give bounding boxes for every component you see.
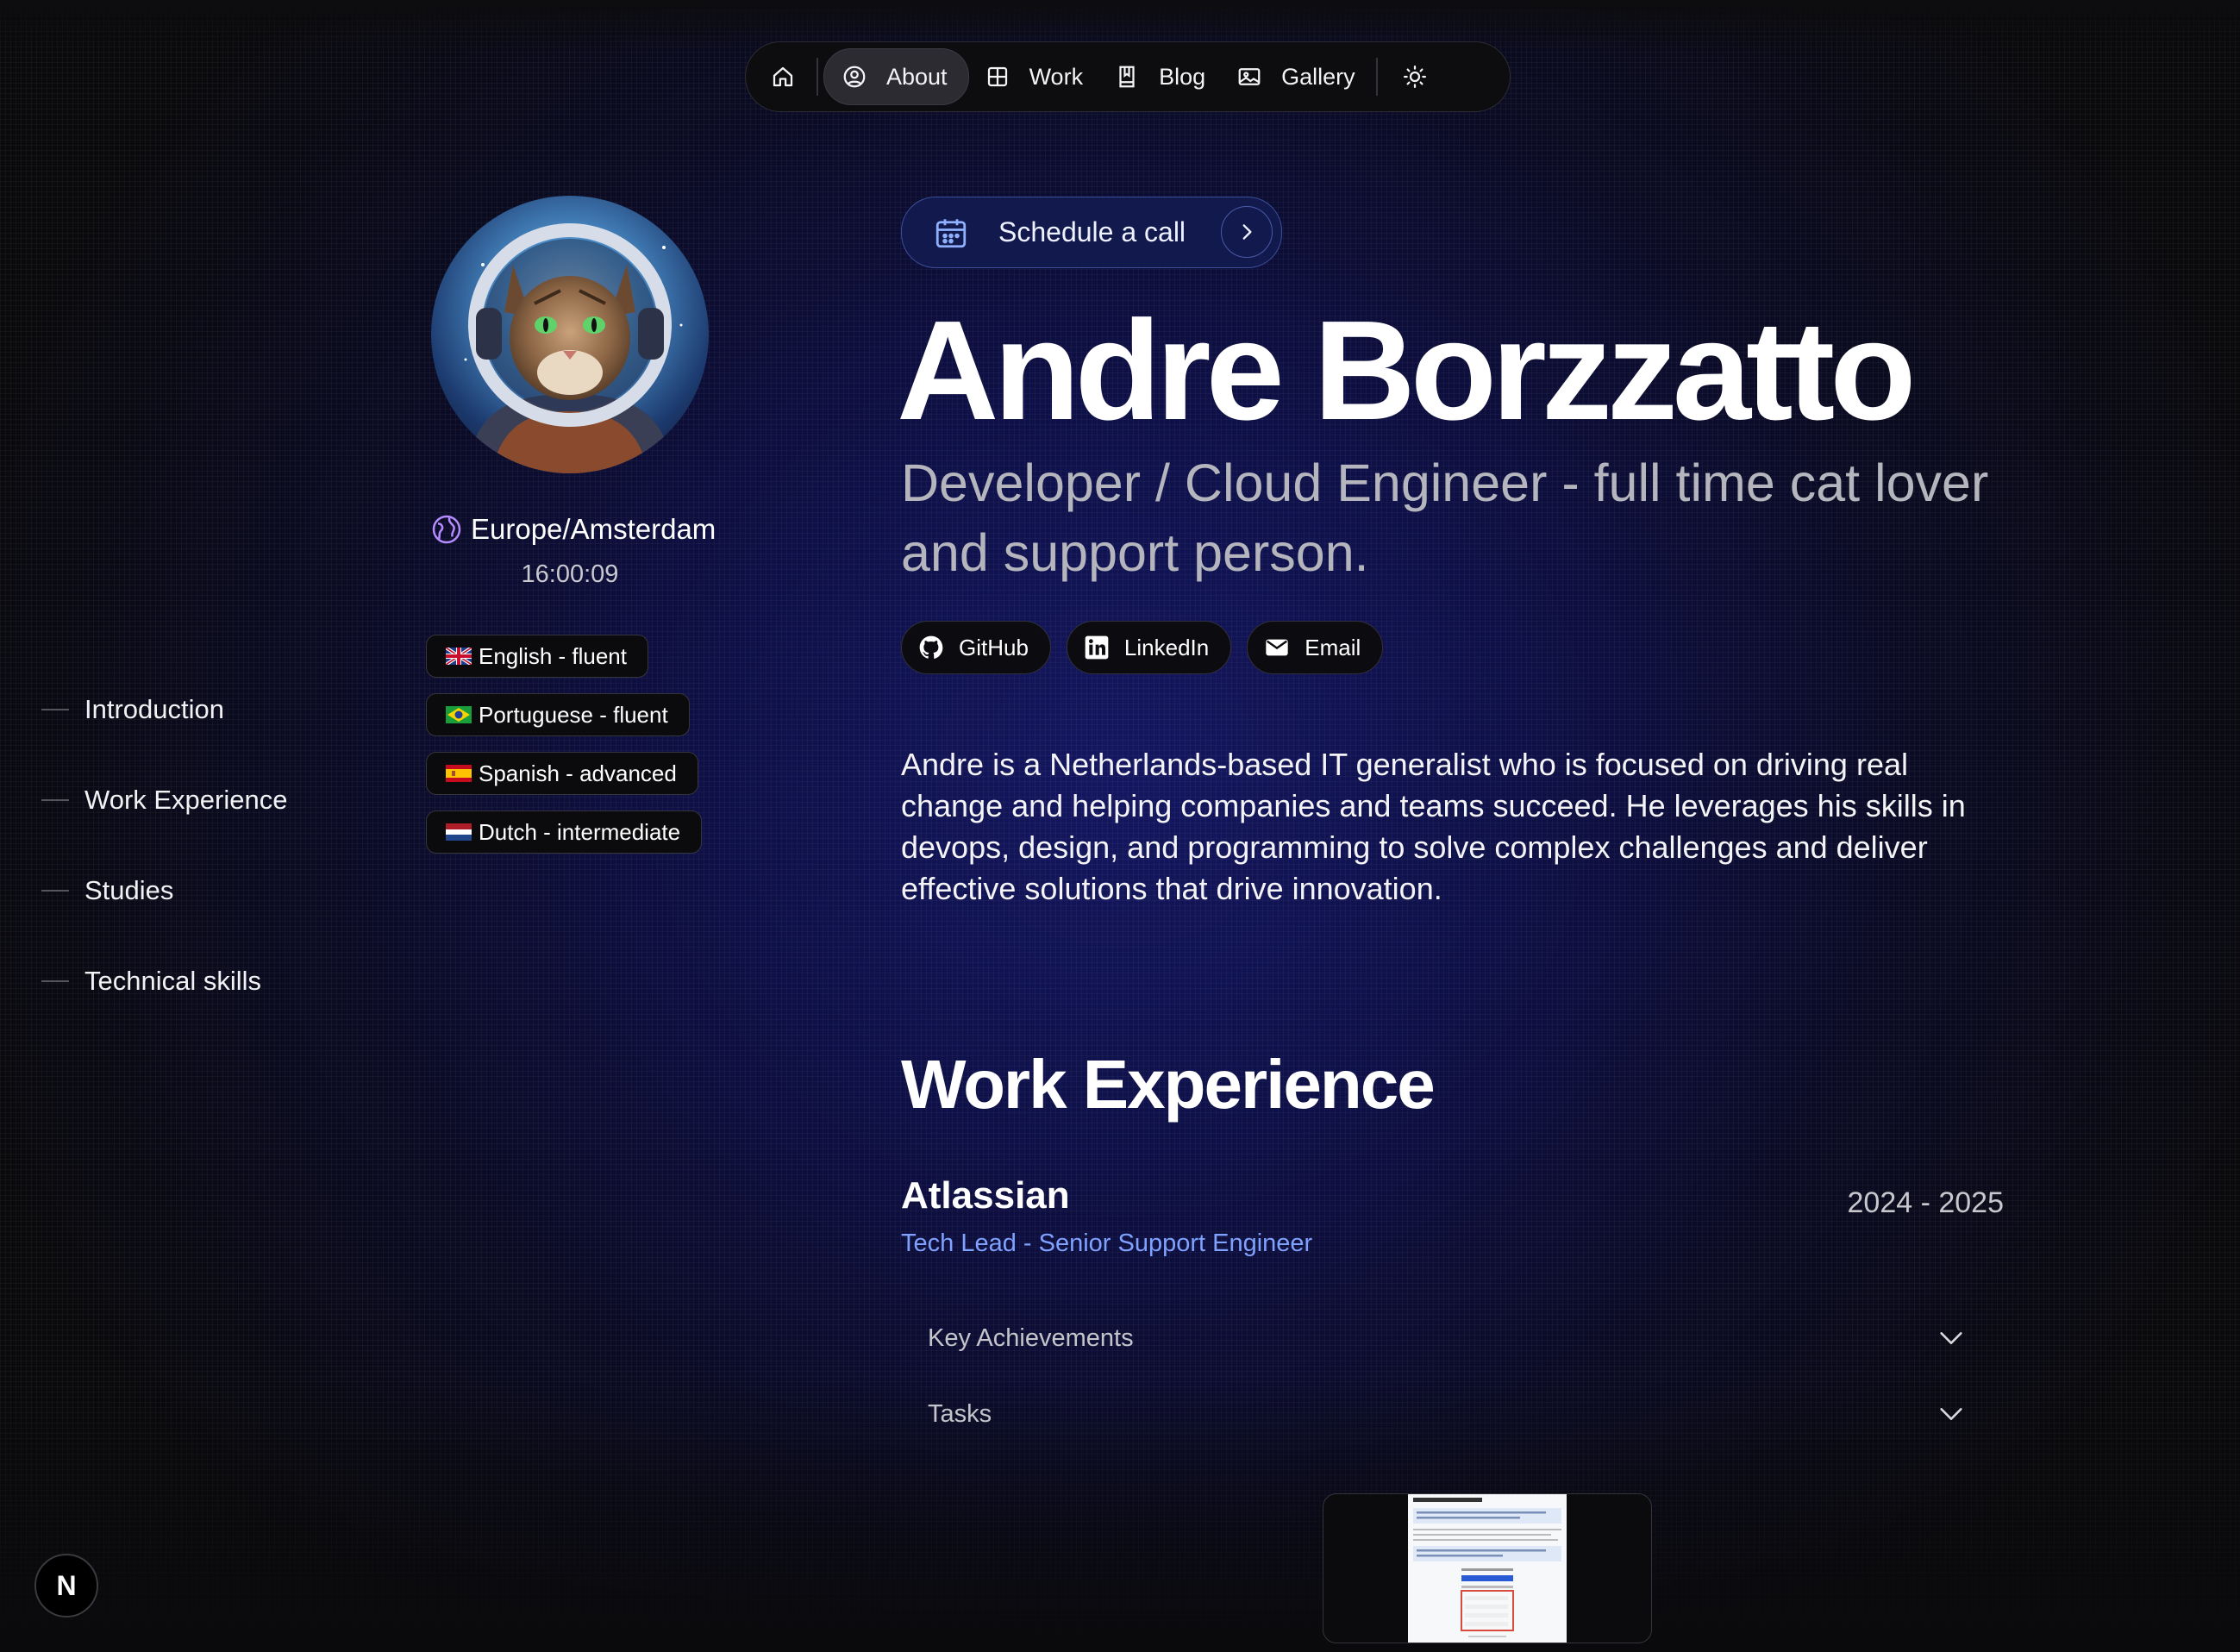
job-dates: 2024 - 2025 xyxy=(1847,1186,2005,1219)
toc-dash xyxy=(41,798,69,801)
nav-separator xyxy=(1375,58,1378,96)
nav-home[interactable] xyxy=(754,49,811,104)
accordion-key-achievements[interactable]: Key Achievements xyxy=(901,1300,1992,1376)
user-circle-icon xyxy=(843,66,866,88)
avatar xyxy=(431,196,709,473)
language-badge-dutch: Dutch - intermediate xyxy=(426,810,703,854)
github-button[interactable]: GitHub xyxy=(901,621,1051,674)
github-label: GitHub xyxy=(959,634,1029,660)
chevron-down-icon xyxy=(1940,1408,1962,1420)
sun-icon xyxy=(1403,66,1426,88)
nav-work[interactable]: Work xyxy=(969,49,1099,104)
location-label: Europe/Amsterdam xyxy=(471,513,716,545)
accordion-label: Key Achievements xyxy=(928,1323,1134,1352)
toc-studies[interactable]: Studies xyxy=(41,845,287,936)
language-label: Spanish - advanced xyxy=(479,760,677,786)
language-list: English - fluent Portuguese - fluent Spa… xyxy=(426,635,703,869)
language-badge-portuguese: Portuguese - fluent xyxy=(426,693,690,736)
nav-separator xyxy=(817,58,818,96)
uk-flag-icon xyxy=(446,648,472,665)
toc-label: Technical skills xyxy=(84,965,262,996)
language-badge-english: English - fluent xyxy=(426,635,648,678)
toc-dash xyxy=(41,979,69,982)
bio-paragraph: Andre is a Netherlands-based IT generali… xyxy=(901,747,1966,906)
location: Europe/Amsterdam xyxy=(429,512,716,547)
linkedin-icon xyxy=(1085,635,1109,660)
email-button[interactable]: Email xyxy=(1247,621,1384,674)
language-label: Dutch - intermediate xyxy=(479,818,681,845)
nav-about-label: About xyxy=(886,63,948,90)
page-title: Andre Borzzatto xyxy=(897,291,1916,449)
nav-blog-label: Blog xyxy=(1159,63,1206,90)
schedule-call-button[interactable]: Schedule a call xyxy=(901,197,1282,268)
nav-gallery[interactable]: Gallery xyxy=(1221,49,1371,104)
chevron-right-icon xyxy=(1221,206,1273,258)
nav-blog[interactable]: Blog xyxy=(1098,49,1221,104)
accordion-label: Tasks xyxy=(928,1399,992,1428)
nextjs-badge[interactable]: N xyxy=(34,1554,98,1618)
nav-work-label: Work xyxy=(1029,63,1084,90)
job-role: Tech Lead - Senior Support Engineer xyxy=(901,1230,1313,1257)
toc-technical-skills[interactable]: Technical skills xyxy=(41,936,287,1026)
toc-label: Work Experience xyxy=(84,784,288,815)
chevron-down-icon xyxy=(1940,1332,1962,1344)
github-icon xyxy=(919,635,943,659)
home-icon xyxy=(773,66,793,87)
netherlands-flag-icon xyxy=(446,823,472,841)
top-nav: About Work Blog Gallery xyxy=(745,41,1511,112)
section-title-work-experience: Work Experience xyxy=(901,1046,1436,1123)
accordion-tasks[interactable]: Tasks xyxy=(901,1376,1992,1452)
book-icon xyxy=(1119,66,1135,88)
language-badge-spanish: Spanish - advanced xyxy=(426,752,698,795)
language-label: English - fluent xyxy=(479,642,627,669)
local-time: 16:00:09 xyxy=(521,560,619,588)
schedule-call-label: Schedule a call xyxy=(998,216,1186,247)
spain-flag-icon xyxy=(446,765,472,782)
toc-dash xyxy=(41,708,69,710)
toc-label: Introduction xyxy=(84,693,224,724)
brazil-flag-icon xyxy=(446,706,472,723)
project-screenshot-thumbnail[interactable] xyxy=(1323,1493,1652,1643)
email-icon xyxy=(1266,639,1288,656)
toc-work-experience[interactable]: Work Experience xyxy=(41,754,287,845)
email-label: Email xyxy=(1305,634,1361,660)
language-label: Portuguese - fluent xyxy=(479,701,668,728)
nav-gallery-label: Gallery xyxy=(1281,63,1355,90)
role-subtitle: Developer / Cloud Engineer - full time c… xyxy=(901,454,1989,582)
toc-dash xyxy=(41,889,69,892)
toc-introduction[interactable]: Introduction xyxy=(41,664,287,754)
globe-icon xyxy=(432,515,461,544)
linkedin-label: LinkedIn xyxy=(1123,634,1210,660)
nextjs-badge-label: N xyxy=(56,1569,77,1601)
linkedin-button[interactable]: LinkedIn xyxy=(1066,621,1232,674)
toc-label: Studies xyxy=(84,874,174,905)
image-icon xyxy=(1238,68,1261,85)
social-links: GitHub LinkedIn Email xyxy=(901,621,1384,674)
theme-toggle[interactable] xyxy=(1383,49,1447,104)
nav-about[interactable]: About xyxy=(823,48,969,105)
grid-icon xyxy=(987,66,1007,87)
table-of-contents: Introduction Work Experience Studies Tec… xyxy=(41,664,287,1026)
calendar-icon xyxy=(935,218,967,247)
document-preview xyxy=(1408,1494,1567,1643)
company-name: Atlassian xyxy=(901,1174,1070,1217)
